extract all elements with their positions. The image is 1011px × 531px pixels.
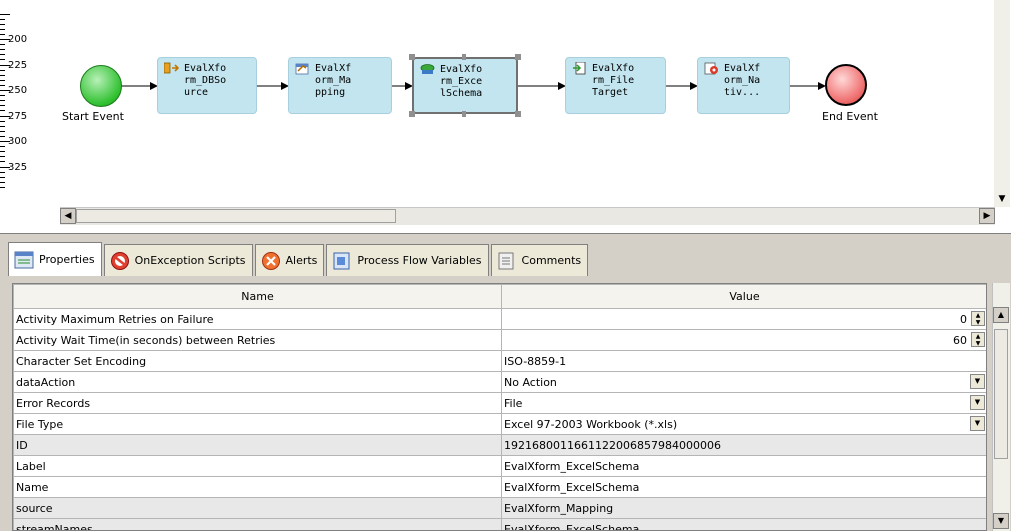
tab-onexception-scripts[interactable]: OnException Scripts [103,244,253,276]
scroll-down-icon[interactable]: ▼ [993,513,1009,529]
property-value[interactable]: EvalXform_ExcelSchema [501,476,986,498]
property-name: Activity Wait Time(in seconds) between R… [13,329,502,351]
scroll-left-icon[interactable]: ◀ [60,208,76,224]
tab-label: OnException Scripts [134,254,246,267]
native-icon [704,62,718,75]
exception-icon [109,251,131,271]
activity-node-excelschema[interactable]: EvalXfo rm_Exce lSchema [412,57,518,114]
excel-schema-icon [420,64,435,74]
tab-alerts[interactable]: Alerts [254,244,325,276]
table-header-row: Name Value [13,284,986,309]
tab-properties[interactable]: Properties [8,242,102,276]
activity-node-dbsource[interactable]: EvalXfo rm_DBSo urce [157,57,257,114]
column-header-value[interactable]: Value [501,284,986,309]
canvas-horizontal-scrollbar[interactable]: ◀ ▶ [60,207,995,225]
property-value: EvalXform_Mapping [501,497,986,519]
end-event-circle[interactable] [825,64,867,106]
node-label: EvalXfo rm_File Target [592,63,635,98]
property-name: Name [13,476,502,498]
table-row[interactable]: Name EvalXform_ExcelSchema [13,476,986,498]
spinner-value: 0 [960,312,967,326]
scroll-right-icon[interactable]: ▶ [979,208,995,224]
property-name: streamNames [13,518,502,530]
property-value-dropdown[interactable]: No Action ▼ [501,371,986,393]
start-event-circle[interactable] [80,65,122,107]
selection-handle[interactable] [515,54,521,60]
property-value[interactable]: ISO-8859-1 [501,350,986,372]
activity-node-mapping[interactable]: EvalXf orm_Ma pping [288,57,392,114]
spinner-arrows-icon[interactable]: ▲ ▼ [971,332,985,347]
node-label: EvalXfo rm_Exce lSchema [440,64,483,99]
spinner-arrows-icon[interactable]: ▲ ▼ [971,311,985,326]
db-source-icon [164,62,179,74]
activity-node-native[interactable]: EvalXf orm_Na tiv... [697,57,790,114]
table-row[interactable]: dataAction No Action ▼ [13,371,986,393]
properties-tab-bar: Properties OnException Scripts Alerts Pr… [8,242,590,278]
dropdown-arrow-icon[interactable]: ▼ [970,416,985,431]
scrollbar-thumb[interactable] [76,209,396,223]
tab-label: Properties [39,253,95,266]
dropdown-value: No Action [504,375,557,389]
selection-handle[interactable] [409,111,415,117]
property-name: Label [13,455,502,477]
tab-process-flow-variables[interactable]: Process Flow Variables [326,244,489,276]
alerts-icon [260,251,282,271]
scroll-up-icon[interactable]: ▲ [993,307,1009,323]
property-name: Activity Maximum Retries on Failure [13,308,502,330]
node-label: EvalXfo rm_DBSo urce [184,63,227,98]
tab-label: Process Flow Variables [357,254,482,267]
comments-icon [496,251,518,271]
dropdown-arrow-icon[interactable]: ▼ [970,395,985,410]
node-label: EvalXf orm_Na tiv... [724,63,761,98]
column-header-name[interactable]: Name [13,284,502,309]
canvas-vertical-scrollbar[interactable]: ▼ [994,0,1010,207]
spinner-value: 60 [953,333,967,347]
property-name: File Type [13,413,502,435]
property-name: Character Set Encoding [13,350,502,372]
property-name: ID [13,434,502,456]
properties-icon [13,250,35,270]
dropdown-value: File [504,396,523,410]
end-event-label: End Event [822,110,878,123]
table-row[interactable]: ID 1921680011661122006857984000006 [13,434,986,456]
property-value-dropdown[interactable]: Excel 97-2003 Workbook (*.xls) ▼ [501,413,986,435]
selection-handle[interactable] [515,111,521,117]
selection-handle[interactable] [462,54,466,60]
table-row[interactable]: Error Records File ▼ [13,392,986,414]
property-value[interactable]: EvalXform_ExcelSchema [501,455,986,477]
table-row[interactable]: Activity Wait Time(in seconds) between R… [13,329,986,351]
mapping-icon [295,63,309,75]
variables-icon [331,251,353,271]
table-row[interactable]: Activity Maximum Retries on Failure 0 ▲ ▼ [13,308,986,330]
node-label: EvalXf orm_Ma pping [315,63,352,98]
properties-table: Name Value Activity Maximum Retries on F… [12,283,987,531]
dropdown-value: Excel 97-2003 Workbook (*.xls) [504,417,678,431]
selection-handle[interactable] [462,111,466,117]
property-value: 1921680011661122006857984000006 [501,434,986,456]
tab-label: Alerts [285,254,318,267]
start-event-label: Start Event [62,110,124,123]
tab-label: Comments [521,254,582,267]
property-value: EvalXform_ExcelSchema [501,518,986,530]
property-name: Error Records [13,392,502,414]
scrollbar-thumb[interactable] [994,329,1008,459]
tab-comments[interactable]: Comments [490,244,589,276]
table-row[interactable]: Label EvalXform_ExcelSchema [13,455,986,477]
activity-node-filetarget[interactable]: EvalXfo rm_File Target [565,57,666,114]
process-flow-canvas[interactable]: 200 225 250 275 300 325 Start Event EvalXfo r… [0,0,1011,234]
property-name: source [13,497,502,519]
property-name: dataAction [13,371,502,393]
scroll-down-icon[interactable]: ▼ [994,191,1010,207]
table-row[interactable]: streamNames EvalXform_ExcelSchema [13,518,986,530]
property-value-dropdown[interactable]: File ▼ [501,392,986,414]
table-row[interactable]: File Type Excel 97-2003 Workbook (*.xls)… [13,413,986,435]
dropdown-arrow-icon[interactable]: ▼ [970,374,985,389]
selection-handle[interactable] [409,54,415,60]
property-value-spinner[interactable]: 60 ▲ ▼ [501,329,986,351]
file-target-icon [573,62,586,75]
table-row[interactable]: Character Set Encoding ISO-8859-1 [13,350,986,372]
property-value-spinner[interactable]: 0 ▲ ▼ [501,308,986,330]
table-row[interactable]: source EvalXform_Mapping [13,497,986,519]
properties-vertical-scrollbar[interactable]: ▲ ▼ [992,283,1010,531]
